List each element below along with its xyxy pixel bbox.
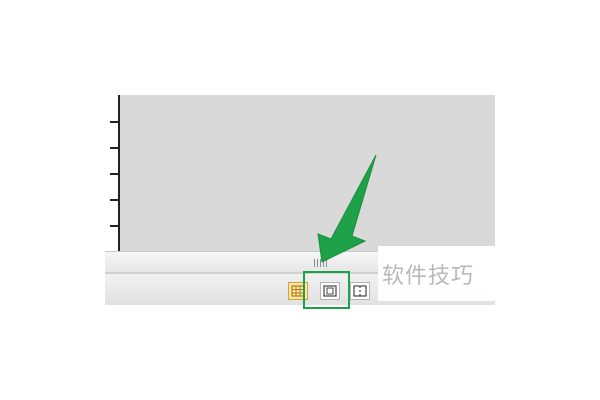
ruler-tick [110, 121, 118, 123]
grid-icon [291, 282, 305, 301]
page-layout-icon [323, 282, 337, 301]
watermark-text: 软件技巧 [382, 264, 475, 289]
ruler-tick [110, 147, 118, 149]
page-break-preview-button[interactable] [350, 282, 370, 300]
document-workspace[interactable] [120, 95, 495, 251]
ruler-tick [110, 225, 118, 227]
normal-view-button[interactable] [288, 282, 308, 300]
vertical-ruler [105, 95, 120, 251]
page-layout-view-button[interactable] [320, 282, 340, 300]
tutorial-image: 软件技巧 [0, 0, 600, 400]
page-break-icon [353, 282, 367, 301]
split-handle[interactable] [314, 259, 328, 267]
ruler-tick [110, 199, 118, 201]
ruler-tick [110, 173, 118, 175]
